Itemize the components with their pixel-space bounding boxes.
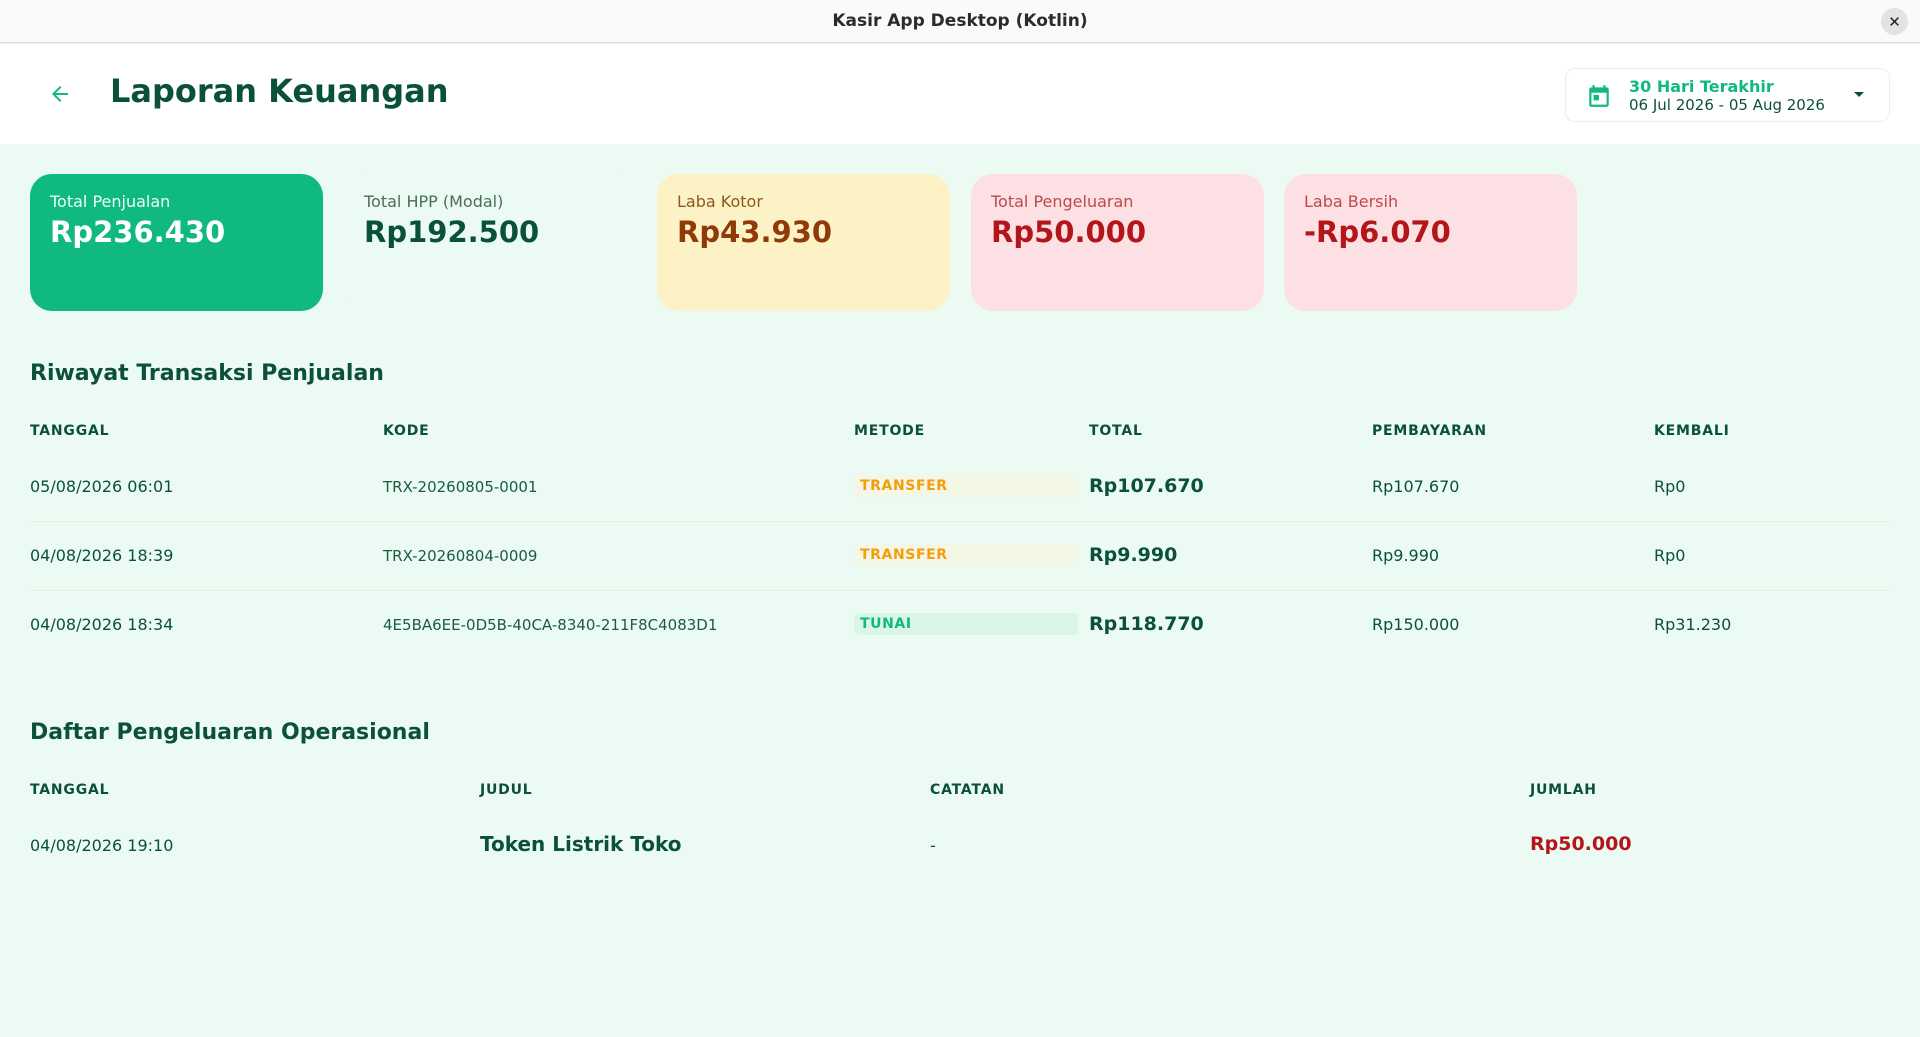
cell-change: Rp0 bbox=[1654, 477, 1686, 496]
column-header-date: TANGGAL bbox=[30, 423, 110, 439]
summary-card-label: Total Pengeluaran bbox=[991, 192, 1134, 211]
summary-card-value: Rp50.000 bbox=[991, 215, 1146, 249]
back-button[interactable] bbox=[38, 74, 82, 114]
date-range-dropdown[interactable]: 30 Hari Terakhir 06 Jul 2026 - 05 Aug 20… bbox=[1565, 68, 1890, 122]
table-row[interactable]: 04/08/2026 18:39 TRX-20260804-0009 TRANS… bbox=[30, 522, 1890, 591]
close-icon: ✕ bbox=[1888, 12, 1901, 31]
cell-total: Rp9.990 bbox=[1089, 544, 1178, 566]
payment-method-badge: TRANSFER bbox=[854, 475, 1078, 497]
cell-payment: Rp9.990 bbox=[1372, 546, 1440, 565]
cell-date: 04/08/2026 18:34 bbox=[30, 615, 174, 634]
cell-payment: Rp150.000 bbox=[1372, 615, 1460, 634]
cell-total: Rp118.770 bbox=[1089, 613, 1204, 635]
date-range-label: 30 Hari Terakhir bbox=[1629, 77, 1774, 96]
summary-card-value: Rp43.930 bbox=[677, 215, 832, 249]
column-header-change: KEMBALI bbox=[1654, 423, 1730, 439]
cell-change: Rp0 bbox=[1654, 546, 1686, 565]
table-row[interactable]: 04/08/2026 19:10 Token Listrik Toko - Rp… bbox=[30, 812, 1890, 881]
payment-method-badge: TUNAI bbox=[854, 613, 1078, 635]
cell-date: 05/08/2026 06:01 bbox=[30, 477, 174, 496]
cell-total: Rp107.670 bbox=[1089, 475, 1204, 497]
summary-card-label: Laba Bersih bbox=[1304, 192, 1399, 211]
cell-note: - bbox=[930, 836, 936, 855]
cell-amount: Rp50.000 bbox=[1530, 833, 1632, 855]
summary-card-label: Laba Kotor bbox=[677, 192, 763, 211]
expenses-section-title: Daftar Pengeluaran Operasional bbox=[30, 720, 430, 745]
column-header-note: CATATAN bbox=[930, 782, 1005, 798]
page-title: Laporan Keuangan bbox=[110, 72, 449, 110]
payment-method-badge: TRANSFER bbox=[854, 544, 1078, 566]
cell-change: Rp31.230 bbox=[1654, 615, 1732, 634]
summary-card-value: Rp236.430 bbox=[50, 215, 226, 249]
date-range-value: 06 Jul 2026 - 05 Aug 2026 bbox=[1629, 96, 1825, 114]
column-header-code: KODE bbox=[383, 423, 430, 439]
cell-payment: Rp107.670 bbox=[1372, 477, 1460, 496]
arrow-back-icon bbox=[52, 86, 68, 102]
cell-title: Token Listrik Toko bbox=[480, 832, 682, 856]
summary-card-net-profit: Laba Bersih -Rp6.070 bbox=[1284, 174, 1577, 311]
column-header-total: TOTAL bbox=[1089, 423, 1143, 439]
summary-card-value: -Rp6.070 bbox=[1304, 215, 1451, 249]
summary-card-total-expenses: Total Pengeluaran Rp50.000 bbox=[971, 174, 1264, 311]
column-header-method: METODE bbox=[854, 423, 925, 439]
summary-card-label: Total Penjualan bbox=[50, 192, 171, 211]
dropdown-caret-icon bbox=[1854, 92, 1864, 97]
summary-card-label: Total HPP (Modal) bbox=[364, 192, 504, 211]
cell-date: 04/08/2026 19:10 bbox=[30, 836, 174, 855]
cell-code: 4E5BA6EE-0D5B-40CA-8340-211F8C4083D1 bbox=[383, 616, 718, 634]
column-header-date: TANGGAL bbox=[30, 782, 110, 798]
window-title: Kasir App Desktop (Kotlin) bbox=[832, 11, 1088, 31]
window-titlebar: Kasir App Desktop (Kotlin) ✕ bbox=[0, 0, 1920, 43]
summary-card-total-sales: Total Penjualan Rp236.430 bbox=[30, 174, 323, 311]
table-row[interactable]: 05/08/2026 06:01 TRX-20260805-0001 TRANS… bbox=[30, 453, 1890, 522]
cell-code: TRX-20260804-0009 bbox=[383, 547, 538, 565]
summary-card-value: Rp192.500 bbox=[364, 215, 540, 249]
column-header-title: JUDUL bbox=[480, 782, 533, 798]
table-row[interactable]: 04/08/2026 18:34 4E5BA6EE-0D5B-40CA-8340… bbox=[30, 591, 1890, 660]
column-header-amount: JUMLAH bbox=[1530, 782, 1597, 798]
close-button[interactable]: ✕ bbox=[1881, 8, 1908, 35]
cell-code: TRX-20260805-0001 bbox=[383, 478, 538, 496]
sales-section-title: Riwayat Transaksi Penjualan bbox=[30, 361, 384, 386]
column-header-payment: PEMBAYARAN bbox=[1372, 423, 1487, 439]
calendar-icon bbox=[1589, 85, 1609, 107]
page-header: Laporan Keuangan 30 Hari Terakhir 06 Jul… bbox=[0, 44, 1920, 144]
cell-date: 04/08/2026 18:39 bbox=[30, 546, 174, 565]
summary-card-gross-profit: Laba Kotor Rp43.930 bbox=[657, 174, 950, 311]
summary-card-total-cogs: Total HPP (Modal) Rp192.500 bbox=[344, 174, 637, 311]
